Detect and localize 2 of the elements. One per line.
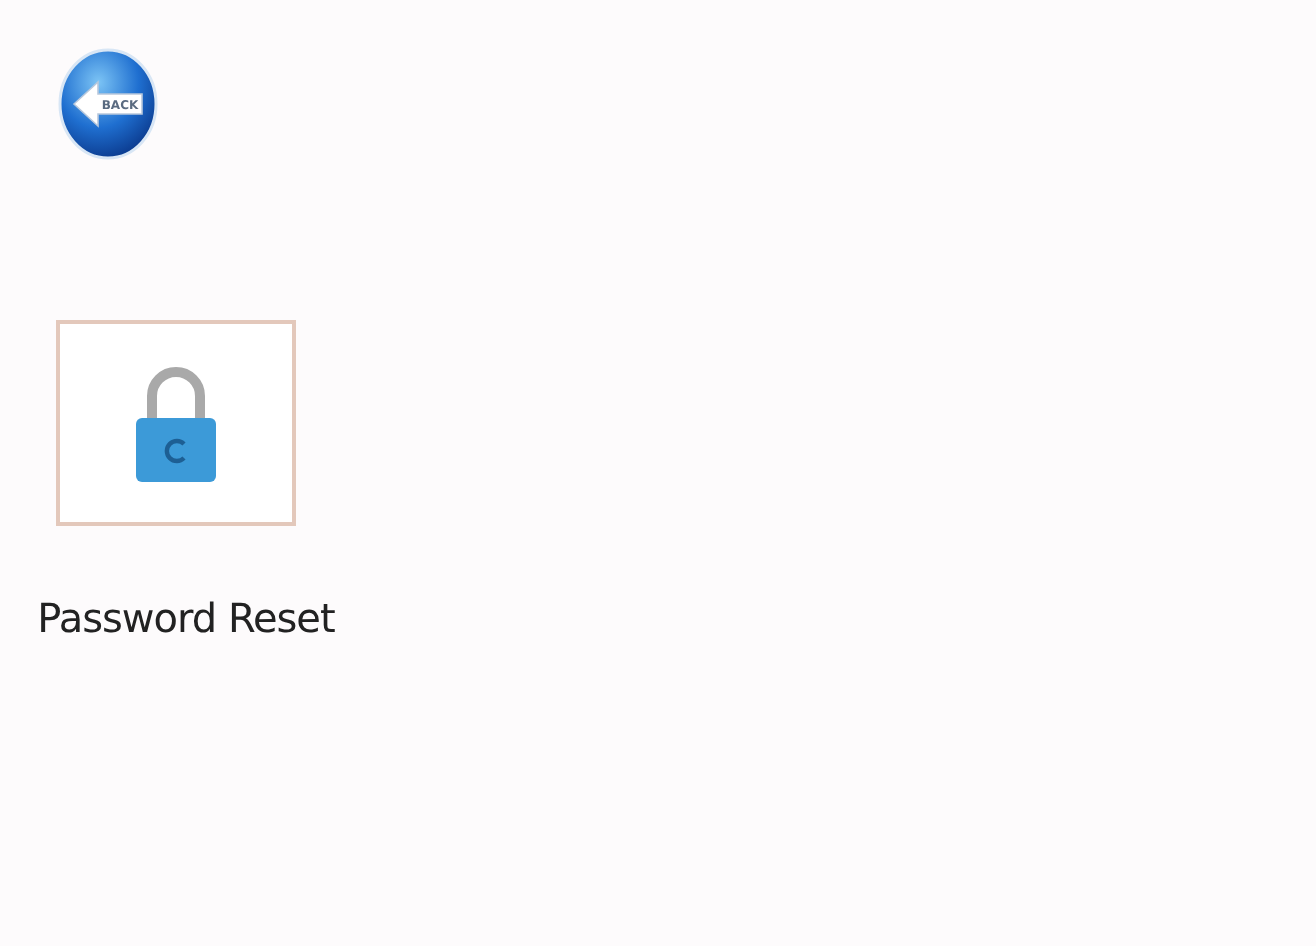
password-reset-tile[interactable] — [56, 320, 296, 526]
tile-label: Password Reset — [37, 594, 335, 642]
